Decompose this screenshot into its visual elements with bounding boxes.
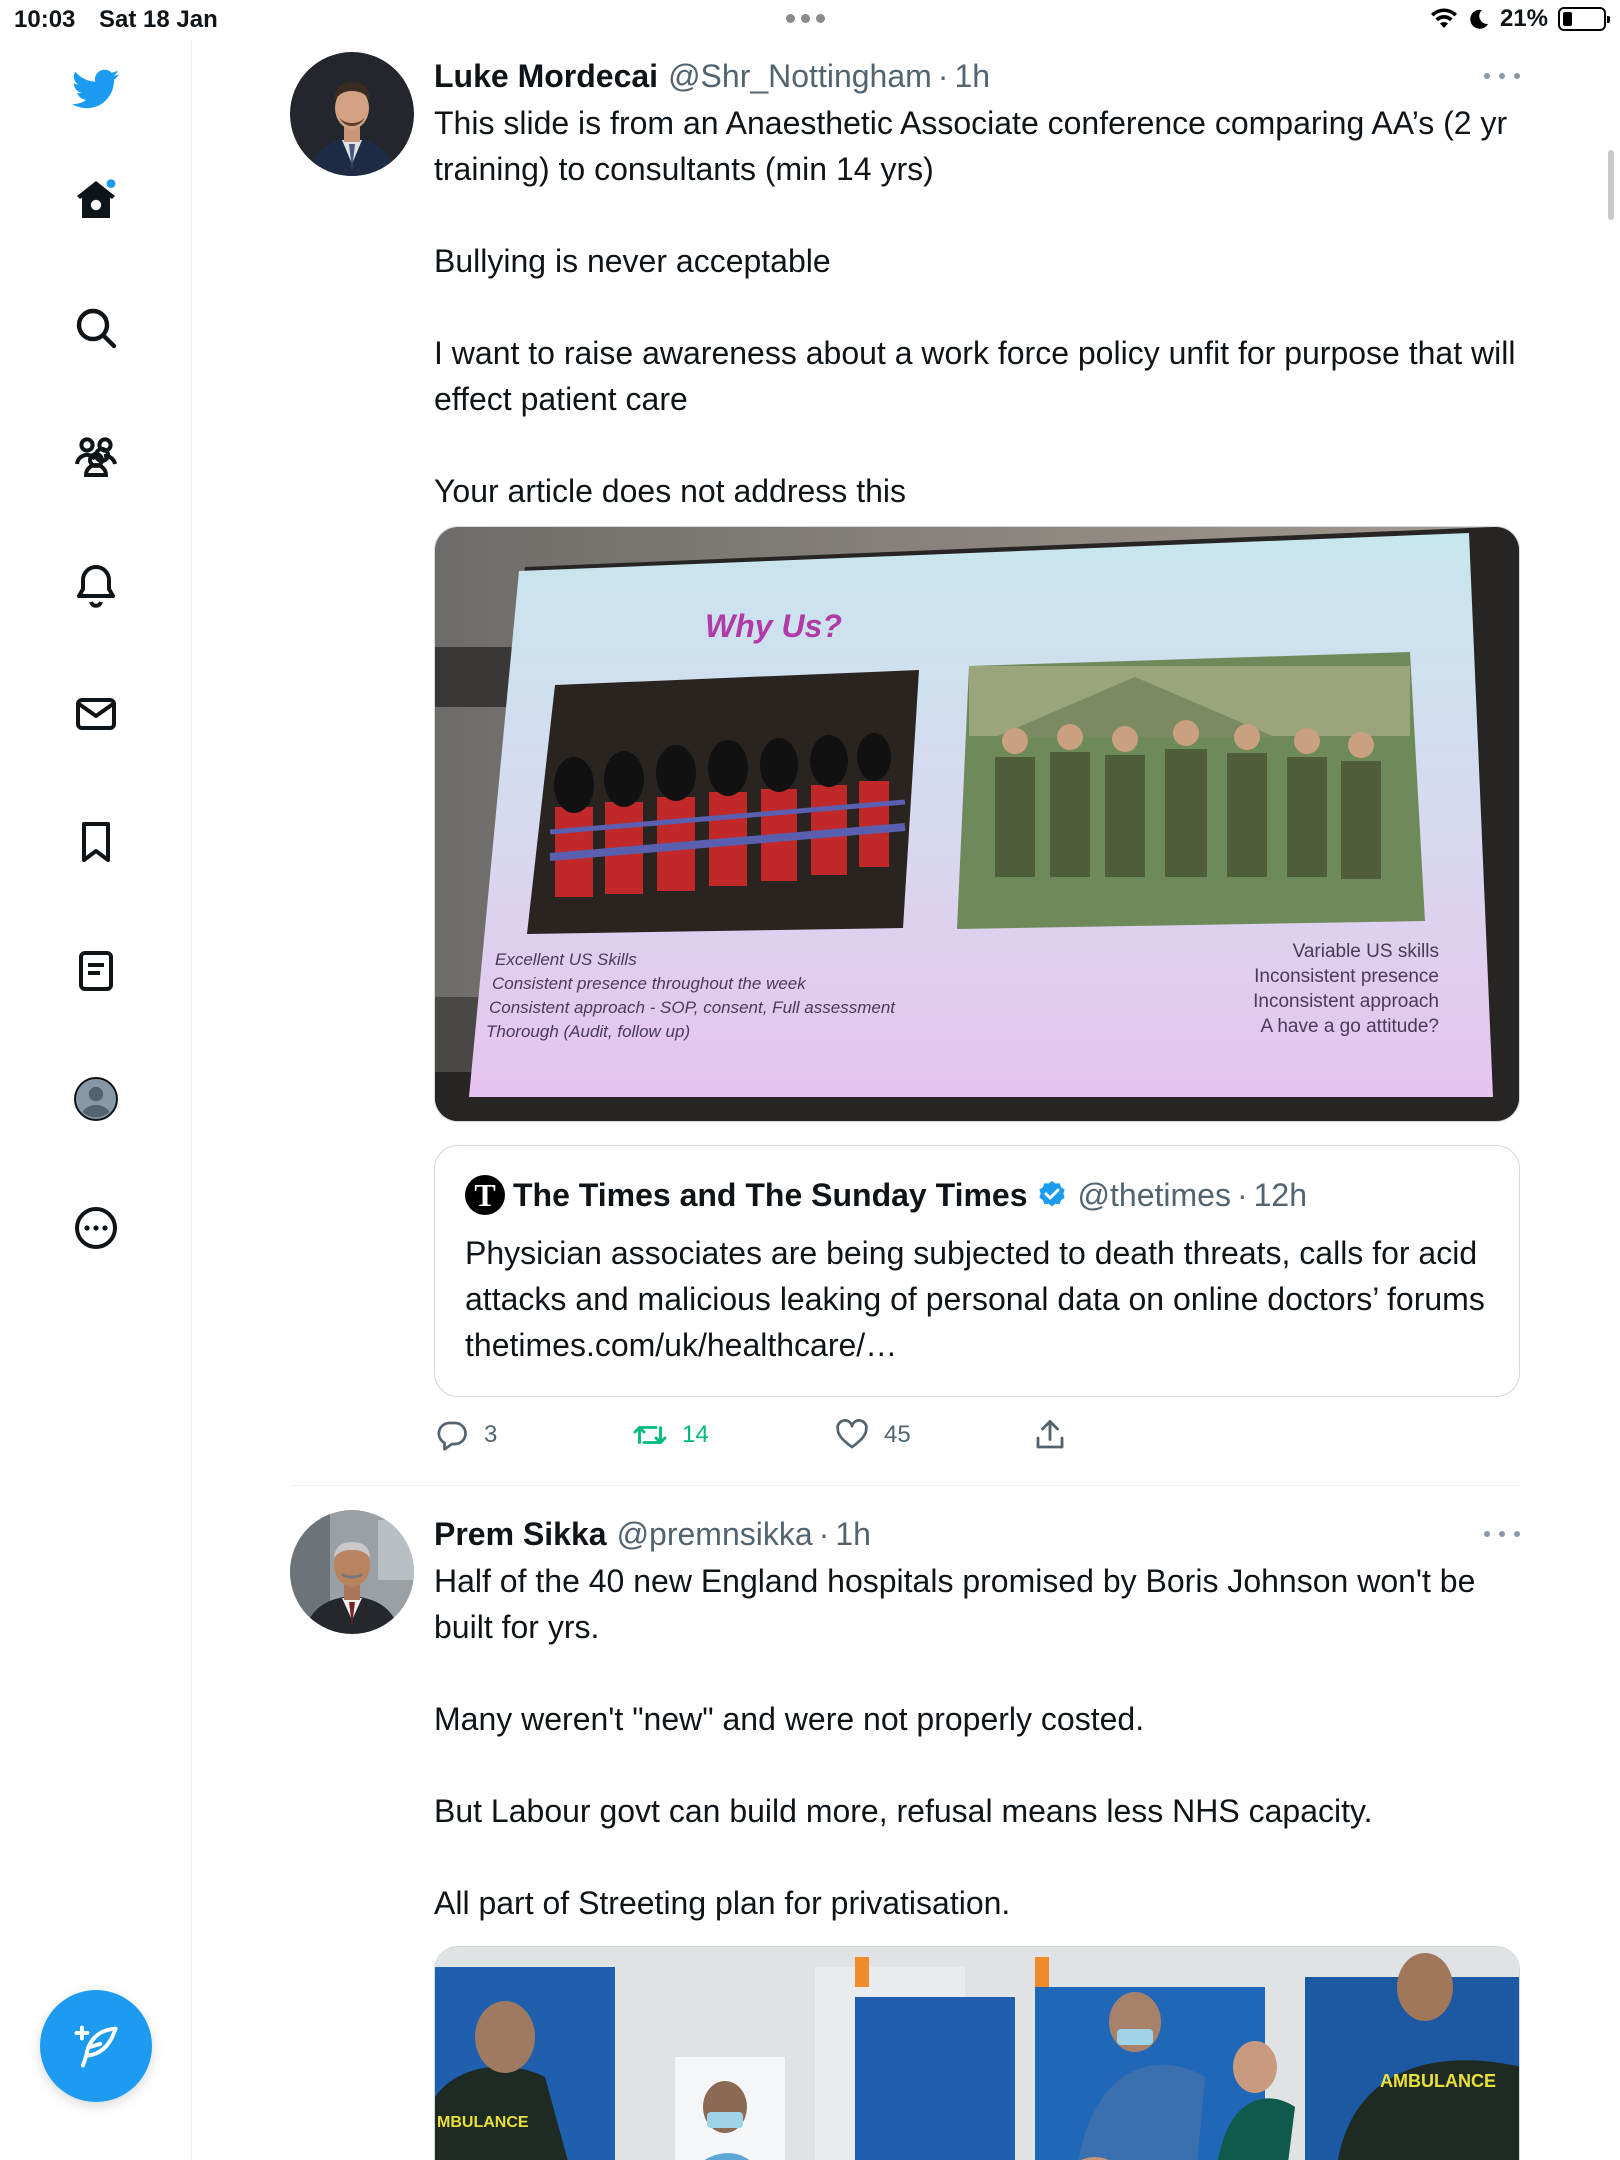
compose-feather-icon bbox=[74, 2025, 118, 2068]
share-upload-icon bbox=[1036, 1420, 1064, 1449]
tweet-text: This slide is from an Anaesthetic Associ… bbox=[434, 105, 1516, 509]
separator-dot: · bbox=[937, 57, 949, 94]
slide-title: Why Us? bbox=[705, 608, 842, 644]
separator-dot: · bbox=[818, 1515, 830, 1552]
tweet-text: Half of the 40 new England hospitals pro… bbox=[434, 1563, 1476, 1921]
tweet-divider bbox=[290, 1485, 1520, 1486]
svg-text:Variable US skills: Variable US skills bbox=[1293, 941, 1439, 962]
svg-text:A have a go attitude?: A have a go attitude? bbox=[1260, 1016, 1439, 1037]
tweet-header: Luke Mordecai @Shr_Nottingham · 1h bbox=[434, 52, 1520, 100]
quoted-tweet-text: Physician associates are being subjected… bbox=[465, 1235, 1485, 1363]
verified-badge-icon bbox=[1038, 1181, 1065, 1207]
ambulance-badge-left: MBULANCE bbox=[437, 2114, 529, 2131]
lists-icon[interactable] bbox=[64, 939, 128, 1003]
quoted-author-handle[interactable]: @thetimes bbox=[1078, 1177, 1231, 1214]
status-bar: 10:03 Sat 18 Jan 21% bbox=[0, 0, 1620, 40]
reply-bubble-icon bbox=[437, 1421, 467, 1451]
the-times-logo-icon: T bbox=[465, 1175, 505, 1215]
reply-button[interactable]: 3 bbox=[434, 1417, 497, 1453]
search-icon[interactable] bbox=[64, 296, 128, 360]
quoted-author-name[interactable]: The Times and The Sunday Times bbox=[513, 1177, 1028, 1214]
quoted-post-time[interactable]: 12h bbox=[1254, 1177, 1307, 1214]
multitasking-dots-icon[interactable] bbox=[786, 14, 825, 23]
quoted-tweet[interactable]: T The Times and The Sunday Times @thetim… bbox=[434, 1145, 1520, 1397]
post-time[interactable]: 1h bbox=[954, 58, 990, 95]
retweet-count: 14 bbox=[682, 1421, 709, 1448]
author-name[interactable]: Luke Mordecai bbox=[434, 58, 658, 95]
share-button[interactable] bbox=[1032, 1417, 1068, 1453]
ambulance-badge-right: AMBULANCE bbox=[1380, 2071, 1496, 2091]
heart-icon bbox=[836, 1419, 868, 1449]
svg-text:Inconsistent approach: Inconsistent approach bbox=[1253, 991, 1439, 1012]
avatar[interactable] bbox=[290, 52, 414, 176]
svg-text:Why Us?: Why Us? bbox=[705, 608, 842, 644]
battery-icon bbox=[1558, 7, 1610, 31]
tweet-header: Prem Sikka @premnsikka · 1h bbox=[434, 1510, 1520, 1558]
svg-text:Thorough (Audit, follow up): Thorough (Audit, follow up) bbox=[486, 1022, 690, 1041]
author-handle[interactable]: @Shr_Nottingham bbox=[668, 58, 932, 95]
home-icon[interactable] bbox=[64, 168, 128, 232]
status-indicators: 21% bbox=[1430, 5, 1610, 33]
avatar[interactable] bbox=[290, 1510, 414, 1634]
more-options-icon[interactable] bbox=[64, 1196, 128, 1260]
retweet-icon bbox=[633, 1426, 667, 1444]
sidebar-nav bbox=[0, 40, 192, 2160]
bookmark-icon[interactable] bbox=[64, 810, 128, 874]
svg-text:Excellent US Skills: Excellent US Skills bbox=[495, 950, 637, 969]
like-button[interactable]: 45 bbox=[834, 1417, 911, 1453]
author-name[interactable]: Prem Sikka bbox=[434, 1516, 607, 1553]
wifi-icon bbox=[1430, 8, 1457, 28]
compose-tweet-button[interactable] bbox=[40, 1990, 152, 2102]
communities-icon[interactable] bbox=[64, 425, 128, 489]
quoted-tweet-header: T The Times and The Sunday Times @thetim… bbox=[465, 1172, 1489, 1218]
twitter-logo-icon[interactable] bbox=[64, 57, 128, 121]
svg-text:Consistent approach - SOP, con: Consistent approach - SOP, consent, Full… bbox=[489, 998, 896, 1017]
tweet-image[interactable]: MBULANCE AMBULANCE bbox=[434, 1946, 1520, 2160]
like-count: 45 bbox=[884, 1421, 911, 1448]
do-not-disturb-moon-icon bbox=[1470, 9, 1488, 29]
tweet-image[interactable]: Why Us? Excellent US Skills Consistent p… bbox=[434, 526, 1520, 1122]
status-date: Sat 18 Jan bbox=[99, 6, 218, 33]
notifications-bell-icon[interactable] bbox=[64, 553, 128, 617]
profile-avatar-icon[interactable] bbox=[64, 1067, 128, 1131]
status-time: 10:03 bbox=[14, 6, 76, 33]
battery-percentage: 21% bbox=[1499, 5, 1548, 32]
svg-text:Consistent presence throughout: Consistent presence throughout the week bbox=[492, 974, 807, 993]
author-handle[interactable]: @premnsikka bbox=[617, 1516, 813, 1553]
tweet-more-button[interactable] bbox=[1484, 62, 1520, 90]
post-time[interactable]: 1h bbox=[835, 1516, 871, 1553]
tweet-more-button[interactable] bbox=[1484, 1520, 1520, 1548]
notification-dot bbox=[106, 179, 116, 188]
svg-text:MBULANCE: MBULANCE bbox=[437, 2114, 529, 2131]
tweet-actions: 3 14 45 bbox=[434, 1417, 1520, 1457]
svg-text:Inconsistent presence: Inconsistent presence bbox=[1254, 966, 1439, 987]
separator-dot: · bbox=[1236, 1176, 1248, 1213]
reply-count: 3 bbox=[484, 1421, 498, 1448]
retweet-button[interactable]: 14 bbox=[632, 1417, 709, 1453]
svg-text:AMBULANCE: AMBULANCE bbox=[1380, 2071, 1496, 2091]
scrollbar[interactable] bbox=[1608, 150, 1614, 220]
messages-envelope-icon[interactable] bbox=[64, 682, 128, 746]
